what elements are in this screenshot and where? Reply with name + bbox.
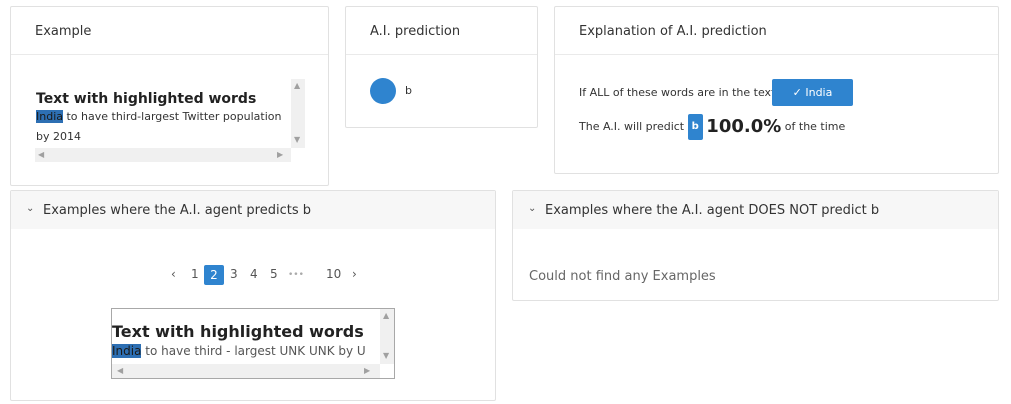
- chevron-down-icon[interactable]: ⌄: [26, 203, 34, 214]
- explanation-card-header: Explanation of A.I. prediction: [555, 7, 998, 55]
- word-india-button[interactable]: ✓ India: [772, 79, 853, 106]
- prediction-card: A.I. prediction b: [345, 6, 538, 128]
- example-card-title: Example: [35, 24, 92, 39]
- predict-label-badge: b: [687, 114, 703, 140]
- scroll-down-icon[interactable]: ▼: [294, 135, 300, 145]
- pagination-next-icon[interactable]: ›: [352, 267, 357, 281]
- scroll-up-icon[interactable]: ▲: [294, 81, 300, 91]
- horizontal-scrollbar[interactable]: ◀ ▶: [35, 148, 291, 162]
- explanation-card-title: Explanation of A.I. prediction: [579, 24, 767, 39]
- chevron-down-icon[interactable]: ⌄: [528, 203, 536, 214]
- prediction-summary: The A.I. will predict b 100.0% of the ti…: [579, 114, 846, 140]
- pagination-prev-icon[interactable]: ‹: [171, 267, 176, 281]
- highlighted-word: India: [36, 110, 63, 123]
- predicts-preview-text: India to have third - largest UNK UNK by…: [112, 344, 366, 358]
- page-4[interactable]: 4: [250, 267, 258, 281]
- predicts-example-box[interactable]: Text with highlighted words India to hav…: [111, 308, 395, 379]
- page-2-active[interactable]: 2: [204, 265, 224, 285]
- predicts-scroll-left-icon[interactable]: ◀: [117, 366, 123, 376]
- predicts-section-header[interactable]: ⌄ Examples where the A.I. agent predicts…: [11, 191, 495, 229]
- page-10[interactable]: 10: [326, 267, 341, 281]
- not-predicts-section-title: Examples where the A.I. agent DOES NOT p…: [545, 203, 880, 218]
- predicts-section-title: Examples where the A.I. agent predicts b: [43, 203, 311, 218]
- preview-line-2: by 2014: [36, 130, 81, 143]
- example-card-header: Example: [11, 7, 328, 55]
- not-predicts-section-header[interactable]: ⌄ Examples where the A.I. agent DOES NOT…: [513, 191, 998, 229]
- prediction-card-title: A.I. prediction: [370, 24, 461, 39]
- pagination-ellipsis[interactable]: •••: [288, 270, 304, 280]
- preview-title: Text with highlighted words: [36, 91, 257, 107]
- predict-percent: 100.0%: [706, 116, 782, 137]
- predicts-vertical-scrollbar[interactable]: ▲ ▼: [380, 309, 394, 364]
- predicts-horizontal-scrollbar[interactable]: ◀ ▶: [112, 364, 380, 378]
- predicts-preview-title: Text with highlighted words: [112, 322, 364, 341]
- explanation-card: Explanation of A.I. prediction If ALL of…: [554, 6, 999, 174]
- page-1[interactable]: 1: [191, 267, 199, 281]
- example-card: Example Text with highlighted words Indi…: [10, 6, 329, 186]
- condition-text: If ALL of these words are in the text:: [579, 86, 780, 99]
- predicts-scroll-right-icon[interactable]: ▶: [364, 366, 370, 376]
- empty-state-text: Could not find any Examples: [529, 269, 716, 284]
- predict-prefix: The A.I. will predict: [579, 120, 685, 133]
- scroll-right-icon[interactable]: ▶: [277, 150, 283, 160]
- predicts-scroll-down-icon[interactable]: ▼: [383, 351, 389, 361]
- predicts-preview-rest: to have third - largest UNK UNK by U: [141, 344, 366, 358]
- example-preview-box[interactable]: Text with highlighted words India to hav…: [35, 79, 305, 162]
- prediction-card-header: A.I. prediction: [346, 7, 537, 55]
- prediction-label: b: [405, 84, 412, 97]
- page-3[interactable]: 3: [230, 267, 238, 281]
- predict-suffix: of the time: [784, 120, 846, 133]
- predicts-scroll-up-icon[interactable]: ▲: [383, 311, 389, 321]
- scroll-left-icon[interactable]: ◀: [38, 150, 44, 160]
- preview-line-1: India to have third-largest Twitter popu…: [36, 110, 281, 123]
- prediction-dot-icon: [370, 78, 396, 104]
- page-5[interactable]: 5: [270, 267, 278, 281]
- predicts-highlighted-word: India: [112, 344, 142, 358]
- preview-line-1-rest: to have third-largest Twitter population: [63, 110, 282, 123]
- word-india-label: ✓ India: [792, 86, 833, 99]
- vertical-scrollbar[interactable]: ▲ ▼: [291, 79, 305, 148]
- not-predicts-section: ⌄ Examples where the A.I. agent DOES NOT…: [512, 190, 999, 301]
